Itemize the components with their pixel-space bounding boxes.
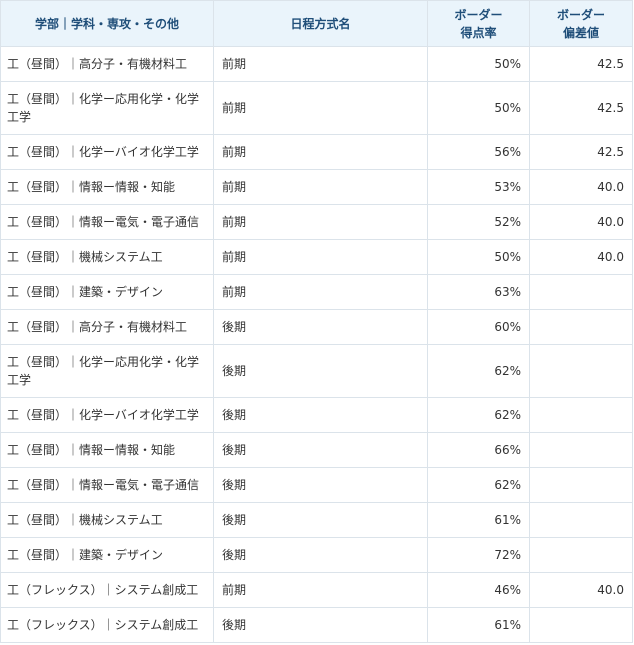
schedule-cell: 前期 [213, 46, 428, 82]
border-rate-cell: 52% [427, 204, 530, 240]
border-deviation-cell: 42.5 [529, 81, 633, 135]
schedule-cell: 後期 [213, 502, 428, 538]
border-deviation-cell [529, 344, 633, 398]
border-rate-cell: 56% [427, 134, 530, 170]
schedule-cell: 後期 [213, 432, 428, 468]
faculty-cell: 工（フレックス）｜システム創成工 [0, 572, 214, 608]
border-rate-cell: 62% [427, 344, 530, 398]
table-row: 工（昼間）｜情報ー情報・知能 前期 53% 40.0 [0, 169, 633, 205]
border-rate-cell: 53% [427, 169, 530, 205]
border-deviation-cell: 40.0 [529, 204, 633, 240]
border-rate-cell: 61% [427, 607, 530, 643]
border-score-table: 学部｜学科・専攻・その他 日程方式名 ボーダー 得点率 ボーダー 偏差値 工（昼… [0, 0, 633, 643]
table-row: 工（昼間）｜化学ーバイオ化学工学 後期 62% [0, 397, 633, 433]
table-row: 工（昼間）｜建築・デザイン 前期 63% [0, 274, 633, 310]
table-row: 工（昼間）｜化学ー応用化学・化学工学 前期 50% 42.5 [0, 81, 633, 135]
header-border-deviation-line1: ボーダー [556, 7, 605, 22]
schedule-cell: 後期 [213, 607, 428, 643]
faculty-cell: 工（昼間）｜機械システム工 [0, 502, 214, 538]
header-faculty: 学部｜学科・専攻・その他 [0, 0, 214, 47]
table-row: 工（昼間）｜情報ー電気・電子通信 前期 52% 40.0 [0, 204, 633, 240]
schedule-cell: 前期 [213, 274, 428, 310]
border-deviation-cell: 40.0 [529, 239, 633, 275]
header-row: 学部｜学科・専攻・その他 日程方式名 ボーダー 得点率 ボーダー 偏差値 [0, 0, 633, 47]
schedule-cell: 前期 [213, 572, 428, 608]
header-border-deviation-line2: 偏差値 [562, 25, 599, 40]
table-row: 工（昼間）｜機械システム工 後期 61% [0, 502, 633, 538]
border-deviation-cell [529, 467, 633, 503]
border-rate-cell: 62% [427, 467, 530, 503]
table-row: 工（昼間）｜情報ー電気・電子通信 後期 62% [0, 467, 633, 503]
faculty-cell: 工（昼間）｜情報ー電気・電子通信 [0, 204, 214, 240]
border-rate-cell: 66% [427, 432, 530, 468]
table-row: 工（昼間）｜化学ーバイオ化学工学 前期 56% 42.5 [0, 134, 633, 170]
table-row: 工（昼間）｜情報ー情報・知能 後期 66% [0, 432, 633, 468]
border-deviation-cell [529, 607, 633, 643]
faculty-cell: 工（昼間）｜化学ーバイオ化学工学 [0, 134, 214, 170]
faculty-cell: 工（昼間）｜情報ー情報・知能 [0, 432, 214, 468]
table-row: 工（昼間）｜高分子・有機材料工 後期 60% [0, 309, 633, 345]
schedule-cell: 前期 [213, 134, 428, 170]
schedule-cell: 後期 [213, 344, 428, 398]
schedule-cell: 前期 [213, 239, 428, 275]
table-row: 工（フレックス）｜システム創成工 前期 46% 40.0 [0, 572, 633, 608]
border-rate-cell: 50% [427, 239, 530, 275]
border-rate-cell: 63% [427, 274, 530, 310]
schedule-cell: 前期 [213, 204, 428, 240]
header-schedule: 日程方式名 [213, 0, 428, 47]
border-deviation-cell: 40.0 [529, 169, 633, 205]
table-row: 工（フレックス）｜システム創成工 後期 61% [0, 607, 633, 643]
faculty-cell: 工（昼間）｜建築・デザイン [0, 274, 214, 310]
border-deviation-cell [529, 502, 633, 538]
faculty-cell: 工（昼間）｜機械システム工 [0, 239, 214, 275]
schedule-cell: 後期 [213, 537, 428, 573]
faculty-cell: 工（昼間）｜高分子・有機材料工 [0, 46, 214, 82]
border-rate-cell: 50% [427, 46, 530, 82]
table-row: 工（昼間）｜建築・デザイン 後期 72% [0, 537, 633, 573]
border-rate-cell: 72% [427, 537, 530, 573]
border-rate-cell: 46% [427, 572, 530, 608]
schedule-cell: 前期 [213, 169, 428, 205]
table-header: 学部｜学科・専攻・その他 日程方式名 ボーダー 得点率 ボーダー 偏差値 [0, 0, 633, 47]
border-deviation-cell: 42.5 [529, 134, 633, 170]
schedule-cell: 後期 [213, 309, 428, 345]
faculty-cell: 工（昼間）｜建築・デザイン [0, 537, 214, 573]
border-rate-cell: 62% [427, 397, 530, 433]
table-row: 工（昼間）｜化学ー応用化学・化学工学 後期 62% [0, 344, 633, 398]
border-deviation-cell: 42.5 [529, 46, 633, 82]
schedule-cell: 後期 [213, 397, 428, 433]
header-border-deviation: ボーダー 偏差値 [529, 0, 633, 47]
header-border-rate-line2: 得点率 [460, 25, 497, 40]
header-border-rate: ボーダー 得点率 [427, 0, 530, 47]
border-deviation-cell [529, 309, 633, 345]
border-deviation-cell [529, 274, 633, 310]
border-deviation-cell [529, 432, 633, 468]
faculty-cell: 工（昼間）｜化学ー応用化学・化学工学 [0, 81, 214, 135]
faculty-cell: 工（昼間）｜高分子・有機材料工 [0, 309, 214, 345]
schedule-cell: 前期 [213, 81, 428, 135]
table-row: 工（昼間）｜高分子・有機材料工 前期 50% 42.5 [0, 46, 633, 82]
schedule-cell: 後期 [213, 467, 428, 503]
border-deviation-cell: 40.0 [529, 572, 633, 608]
border-rate-cell: 50% [427, 81, 530, 135]
table-row: 工（昼間）｜機械システム工 前期 50% 40.0 [0, 239, 633, 275]
faculty-cell: 工（フレックス）｜システム創成工 [0, 607, 214, 643]
faculty-cell: 工（昼間）｜情報ー情報・知能 [0, 169, 214, 205]
border-rate-cell: 60% [427, 309, 530, 345]
faculty-cell: 工（昼間）｜情報ー電気・電子通信 [0, 467, 214, 503]
border-deviation-cell [529, 397, 633, 433]
table-body: 工（昼間）｜高分子・有機材料工 前期 50% 42.5 工（昼間）｜化学ー応用化… [0, 46, 633, 643]
faculty-cell: 工（昼間）｜化学ー応用化学・化学工学 [0, 344, 214, 398]
faculty-cell: 工（昼間）｜化学ーバイオ化学工学 [0, 397, 214, 433]
header-border-rate-line1: ボーダー [454, 7, 503, 22]
border-rate-cell: 61% [427, 502, 530, 538]
border-deviation-cell [529, 537, 633, 573]
